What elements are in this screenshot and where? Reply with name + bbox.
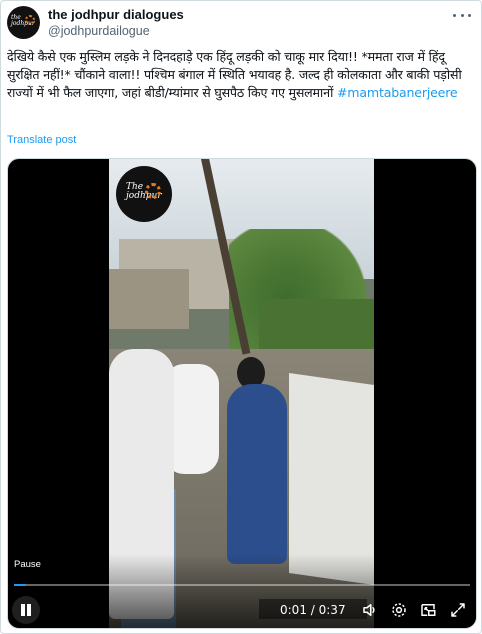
avatar[interactable]: the jodhpur [7,6,40,39]
duration: 0:37 [318,603,346,617]
scene-person-blue [227,384,287,564]
current-time: 0:01 [280,603,307,617]
sun-logo-icon [145,183,161,199]
tweet-header: the jodhpur the jodhpur dialogues @jodhp… [7,6,477,44]
volume-icon[interactable] [361,601,379,619]
progress-fill [14,584,27,586]
more-horizontal-icon[interactable] [453,8,471,22]
tweet-text: देखिये कैसे एक मुस्लिम लड़के ने दिनदहाड़… [7,48,477,102]
tweet-card: the jodhpur the jodhpur dialogues @jodhp… [0,0,482,634]
pause-button[interactable] [12,596,40,624]
picture-in-picture-icon[interactable] [419,601,437,619]
video-player[interactable]: The jodhpur Pause 0:01 / 0:37 [7,158,477,629]
author-block: the jodhpur dialogues @jodhpurdailogue [48,7,184,39]
settings-gear-icon[interactable] [390,601,408,619]
progress-bar[interactable] [14,584,470,586]
video-time: 0:01 / 0:37 [280,603,346,617]
author-display-name[interactable]: the jodhpur dialogues [48,7,184,23]
author-handle[interactable]: @jodhpurdailogue [48,23,184,39]
pause-icon [21,604,25,616]
time-separator: / [306,603,319,617]
channel-logo: The jodhpur [116,166,172,222]
pause-tooltip: Pause [14,559,41,570]
hashtag-link[interactable]: #mamtabanerjeere [337,85,458,100]
fullscreen-icon[interactable] [449,601,467,619]
sun-logo-icon [25,15,35,25]
scene-building-2 [109,269,189,329]
translate-post-link[interactable]: Translate post [7,134,76,146]
pause-icon-bar [27,604,31,616]
